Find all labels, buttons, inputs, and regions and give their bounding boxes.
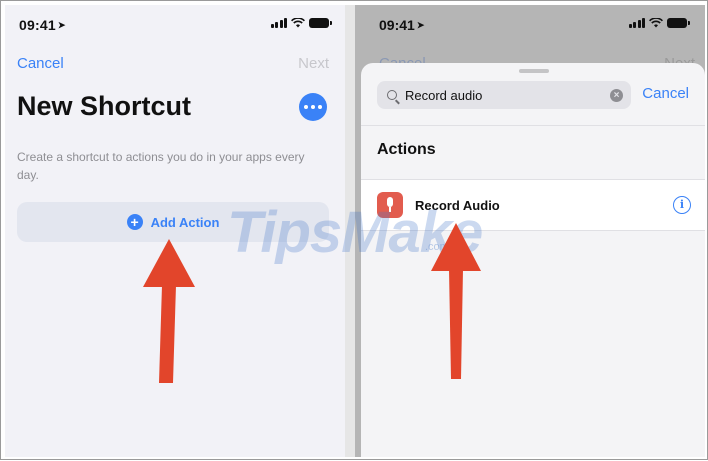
- arrow-to-record-audio: [431, 223, 481, 379]
- screenshot-frame: 09:41 ➤ Cancel Next New Shortcut Create a…: [0, 0, 708, 460]
- arrow-to-add-action: [143, 239, 195, 383]
- annotation-arrows: [143, 223, 481, 383]
